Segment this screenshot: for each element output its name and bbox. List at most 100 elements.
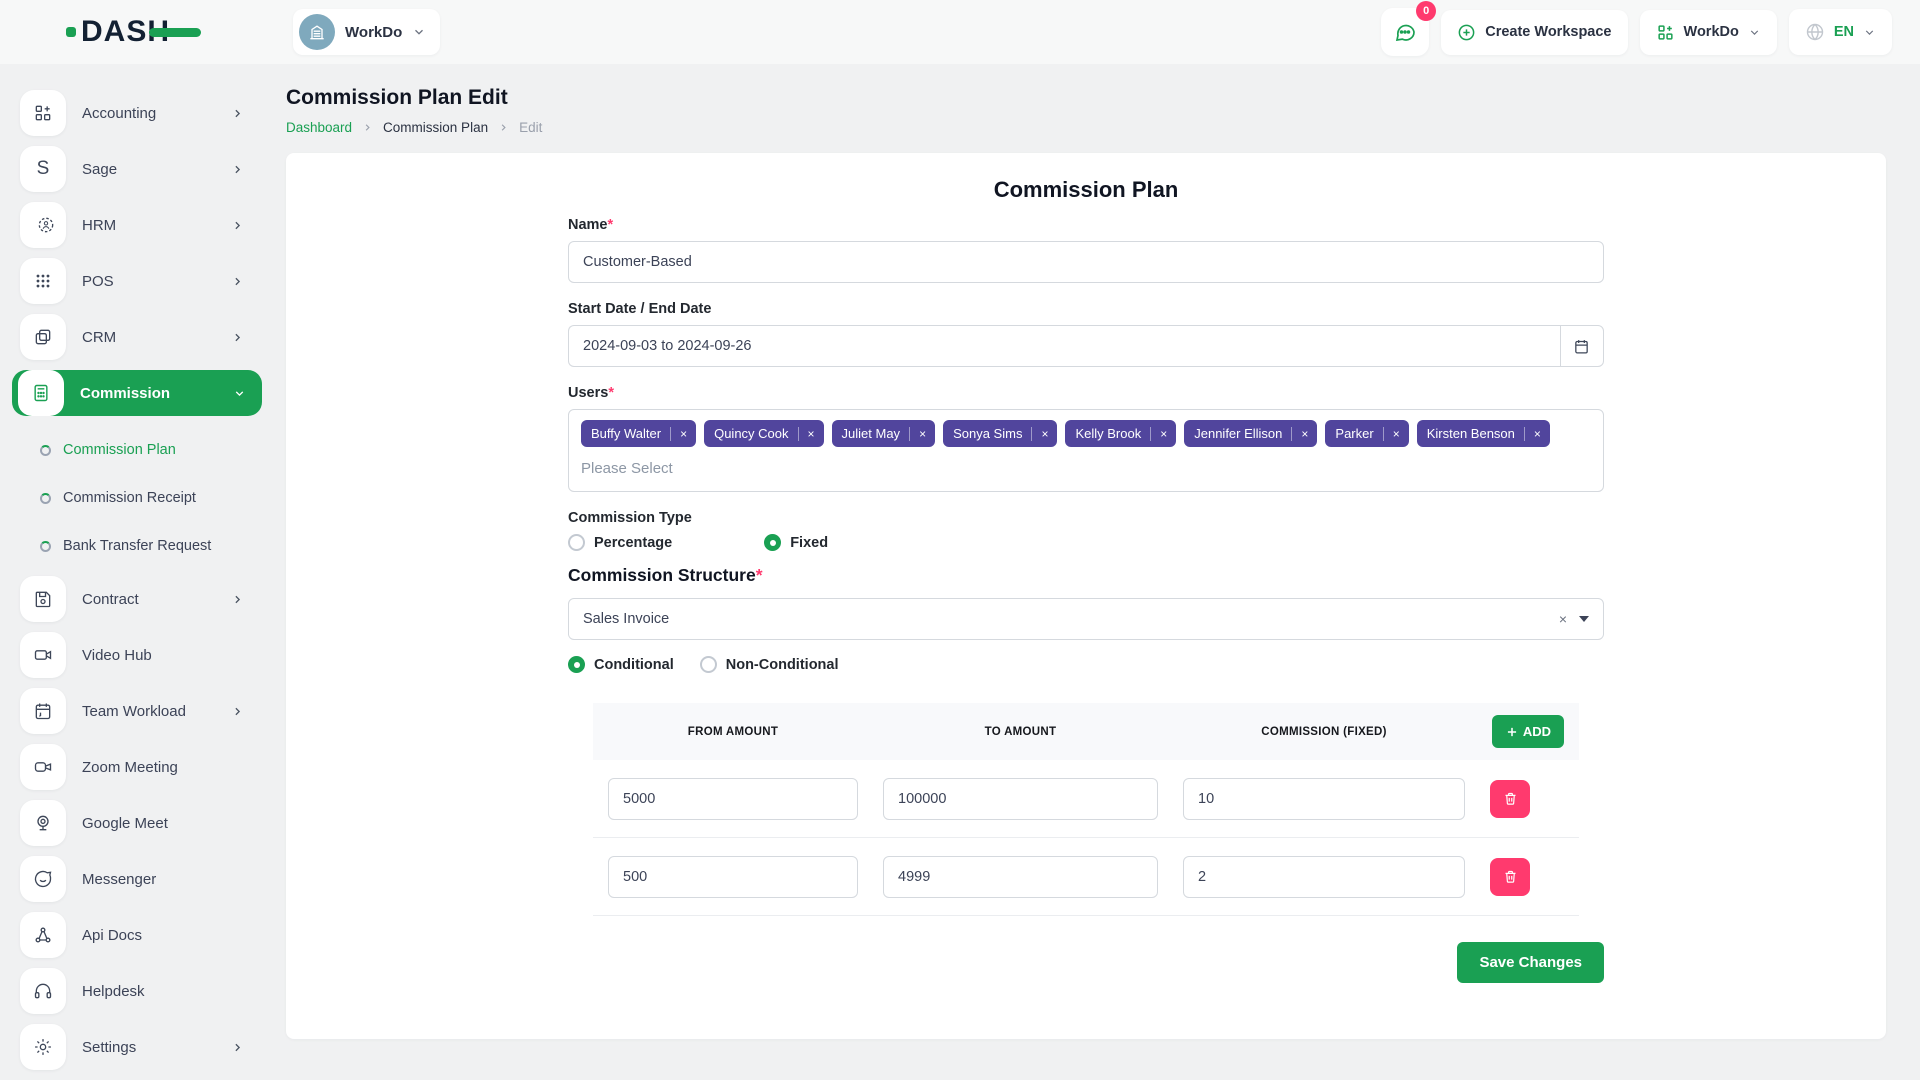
sidebar-subitem-commission-plan[interactable]: Commission Plan xyxy=(14,426,262,474)
sidebar-item-helpdesk[interactable]: Helpdesk xyxy=(14,968,262,1014)
logo-dash-icon xyxy=(149,28,201,37)
video-camera-icon xyxy=(20,744,66,790)
user-tag: Quincy Cook× xyxy=(704,420,823,447)
remove-tag-button[interactable]: × xyxy=(1291,427,1317,441)
user-tag: Parker× xyxy=(1325,420,1408,447)
workspace-selector[interactable]: WorkDo xyxy=(293,9,440,55)
sidebar-item-accounting[interactable]: Accounting xyxy=(14,90,262,136)
delete-row-button[interactable] xyxy=(1490,780,1530,818)
sidebar-item-crm[interactable]: CRM xyxy=(14,314,262,360)
sidebar-item-messenger[interactable]: Messenger xyxy=(14,856,262,902)
radio-icon xyxy=(764,534,781,551)
sidebar-item-label: CRM xyxy=(82,329,215,346)
globe-icon xyxy=(1805,22,1825,42)
radio-icon xyxy=(700,656,717,673)
date-range-field-group: Start Date / End Date xyxy=(568,301,1604,367)
remove-tag-button[interactable]: × xyxy=(1524,427,1550,441)
logo-dot-icon xyxy=(66,27,76,37)
sidebar-item-team-workload[interactable]: Team Workload xyxy=(14,688,262,734)
calculator-icon xyxy=(18,370,64,416)
gear-icon xyxy=(20,1024,66,1070)
from-amount-input[interactable] xyxy=(608,778,858,820)
sidebar-item-google-meet[interactable]: Google Meet xyxy=(14,800,262,846)
sidebar-item-label: POS xyxy=(82,273,215,290)
overlap-squares-icon xyxy=(20,314,66,360)
from-amount-input[interactable] xyxy=(608,856,858,898)
remove-tag-button[interactable]: × xyxy=(909,427,935,441)
radio-fixed[interactable]: Fixed xyxy=(764,534,828,551)
commission-input[interactable] xyxy=(1183,856,1465,898)
topbar-actions: 0 Create Workspace WorkDo EN xyxy=(1381,8,1892,56)
radio-conditional[interactable]: Conditional xyxy=(568,656,674,673)
card-title: Commission Plan xyxy=(568,177,1604,203)
sidebar-item-sage[interactable]: S Sage xyxy=(14,146,262,192)
grid-plus-icon xyxy=(1656,23,1675,42)
users-search-input[interactable] xyxy=(581,453,1591,483)
trash-icon xyxy=(1503,869,1518,884)
chevron-down-icon xyxy=(1748,26,1761,39)
sidebar-item-label: Team Workload xyxy=(82,703,215,720)
chevron-right-icon xyxy=(362,122,373,133)
required-asterisk: * xyxy=(756,565,763,585)
users-multiselect[interactable]: Buffy Walter× Quincy Cook× Juliet May× S… xyxy=(568,409,1604,492)
sidebar-item-video-hub[interactable]: Video Hub xyxy=(14,632,262,678)
sidebar-subitem-commission-receipt[interactable]: Commission Receipt xyxy=(14,474,262,522)
breadcrumb-dashboard[interactable]: Dashboard xyxy=(286,120,352,135)
remove-tag-button[interactable]: × xyxy=(1383,427,1409,441)
apps-menu-button[interactable]: WorkDo xyxy=(1640,10,1777,55)
nodes-icon xyxy=(20,912,66,958)
plus-circle-icon xyxy=(1457,23,1476,42)
radio-non-conditional[interactable]: Non-Conditional xyxy=(700,656,839,673)
messages-button[interactable]: 0 xyxy=(1381,8,1429,56)
clear-selection-button[interactable]: × xyxy=(1559,611,1567,627)
headphones-icon xyxy=(20,968,66,1014)
sidebar-item-label: HRM xyxy=(82,217,215,234)
apps-menu-label: WorkDo xyxy=(1684,24,1739,40)
name-field-group: Name* xyxy=(568,217,1604,283)
sidebar-subitem-bank-transfer-request[interactable]: Bank Transfer Request xyxy=(14,522,262,570)
sidebar-subitem-label: Commission Plan xyxy=(63,442,176,458)
sidebar-item-api-docs[interactable]: Api Docs xyxy=(14,912,262,958)
structure-select[interactable]: Sales Invoice × xyxy=(568,598,1604,640)
date-range-input[interactable] xyxy=(568,325,1560,367)
remove-tag-button[interactable]: × xyxy=(1150,427,1176,441)
sidebar-item-hrm[interactable]: HRM xyxy=(14,202,262,248)
required-asterisk: * xyxy=(608,385,614,401)
chevron-right-icon xyxy=(231,219,244,232)
language-selector[interactable]: EN xyxy=(1789,9,1892,55)
sidebar-item-contract[interactable]: Contract xyxy=(14,576,262,622)
calendar-button[interactable] xyxy=(1560,325,1604,367)
name-input[interactable] xyxy=(568,241,1604,283)
radio-percentage[interactable]: Percentage xyxy=(568,534,672,551)
breadcrumb-commission-plan[interactable]: Commission Plan xyxy=(383,120,488,135)
circle-bullet-icon xyxy=(40,445,51,456)
save-changes-button[interactable]: Save Changes xyxy=(1457,942,1604,983)
sidebar-item-label: Zoom Meeting xyxy=(82,759,244,776)
person-dashed-icon xyxy=(20,202,66,248)
add-tier-button[interactable]: ADD xyxy=(1492,715,1564,748)
required-asterisk: * xyxy=(608,217,614,233)
sidebar-item-settings[interactable]: Settings xyxy=(14,1024,262,1070)
to-amount-input[interactable] xyxy=(883,856,1158,898)
chevron-right-icon xyxy=(231,331,244,344)
commission-input[interactable] xyxy=(1183,778,1465,820)
radio-label: Percentage xyxy=(594,535,672,551)
chat-bubble-icon xyxy=(1393,20,1417,44)
chevron-right-icon xyxy=(231,163,244,176)
sidebar-item-label: Accounting xyxy=(82,105,215,122)
page-title: Commission Plan Edit xyxy=(286,86,1886,110)
chevron-right-icon xyxy=(231,705,244,718)
delete-row-button[interactable] xyxy=(1490,858,1530,896)
app-logo[interactable]: DASH xyxy=(66,15,201,49)
create-workspace-button[interactable]: Create Workspace xyxy=(1441,10,1627,55)
chevron-right-icon xyxy=(231,593,244,606)
to-amount-input[interactable] xyxy=(883,778,1158,820)
sidebar-item-commission[interactable]: Commission xyxy=(12,370,262,416)
remove-tag-button[interactable]: × xyxy=(1031,427,1057,441)
topbar: DASH WorkDo 0 Create Workspace WorkDo xyxy=(0,0,1920,64)
sidebar-item-zoom-meeting[interactable]: Zoom Meeting xyxy=(14,744,262,790)
remove-tag-button[interactable]: × xyxy=(670,427,696,441)
chevron-down-icon xyxy=(233,387,246,400)
sidebar-item-pos[interactable]: POS xyxy=(14,258,262,304)
remove-tag-button[interactable]: × xyxy=(798,427,824,441)
